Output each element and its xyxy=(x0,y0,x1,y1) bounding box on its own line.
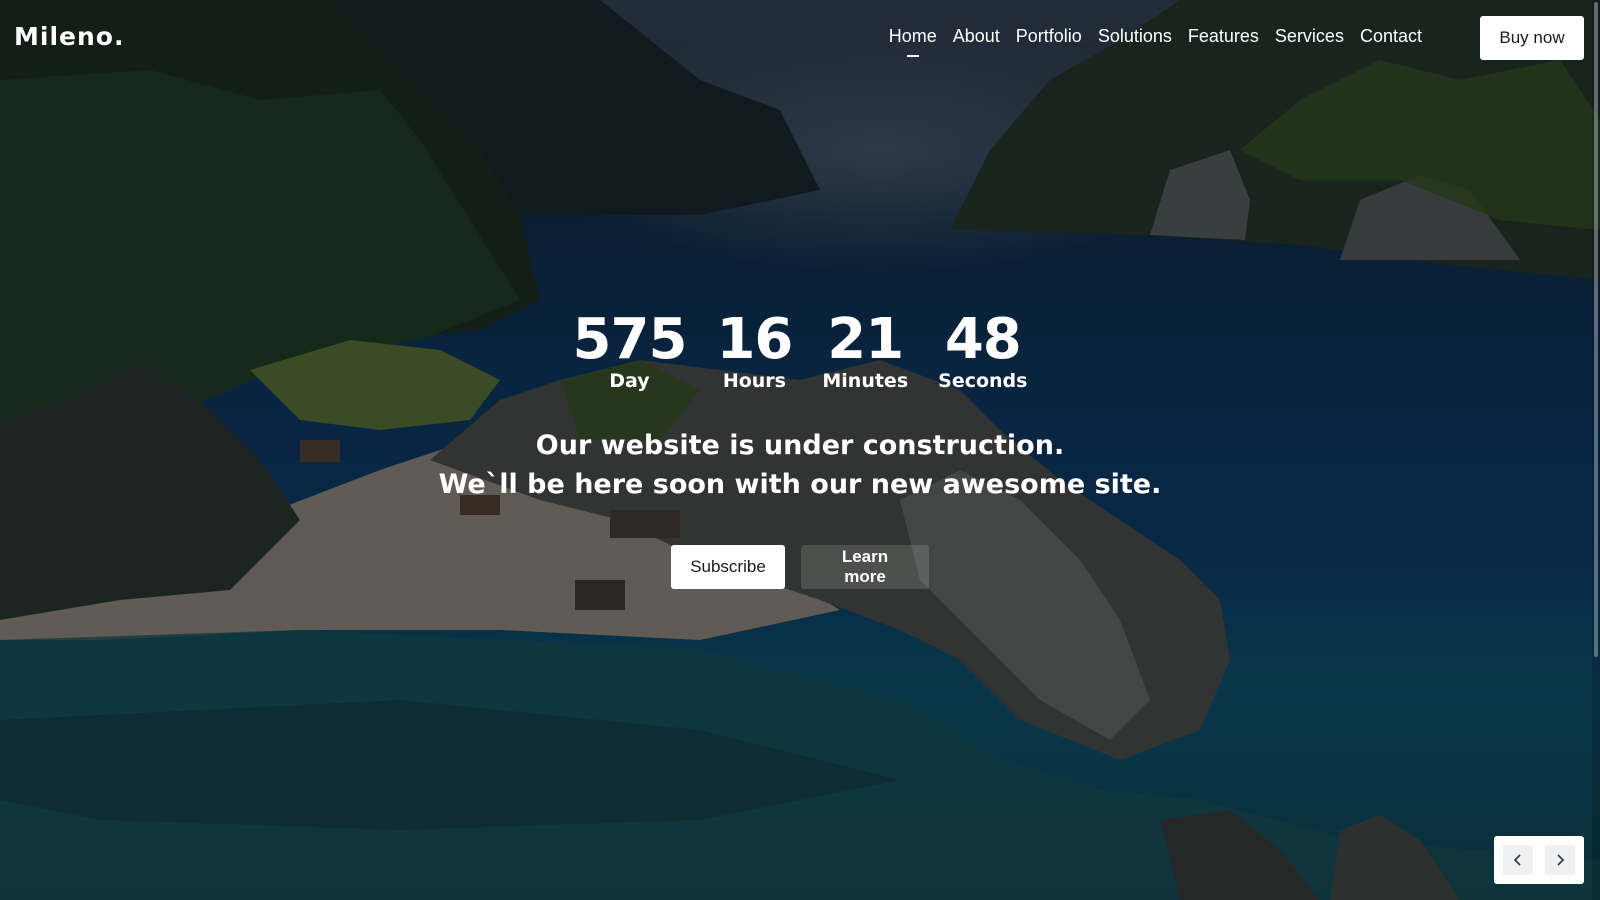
countdown-days-value: 575 xyxy=(572,307,688,372)
nav-item-portfolio[interactable]: Portfolio xyxy=(1008,24,1090,57)
buy-now-button[interactable]: Buy now xyxy=(1480,16,1584,60)
countdown-hours: 16 Hours xyxy=(716,307,793,393)
scrollbar-thumb[interactable] xyxy=(1594,2,1598,657)
countdown-seconds: 48 Seconds xyxy=(938,307,1028,393)
nav-item-features[interactable]: Features xyxy=(1180,24,1267,57)
countdown-minutes: 21 Minutes xyxy=(822,307,909,393)
slider-prev-button[interactable] xyxy=(1503,845,1533,875)
chevron-right-icon xyxy=(1557,854,1565,866)
countdown-hours-value: 16 xyxy=(716,307,793,372)
countdown-seconds-label: Seconds xyxy=(938,370,1028,392)
slider-next-button[interactable] xyxy=(1545,845,1575,875)
site-header: Mileno. Home About Portfolio Solutions F… xyxy=(0,0,1600,76)
hero-headline-line-2: We`ll be here soon with our new awesome … xyxy=(438,469,1162,500)
countdown-days-label: Day xyxy=(609,370,650,392)
countdown-days: 575 Day xyxy=(572,307,688,393)
site-logo[interactable]: Mileno. xyxy=(14,22,124,51)
page-scrollbar[interactable] xyxy=(1592,0,1600,900)
subscribe-button[interactable]: Subscribe xyxy=(671,545,785,589)
nav-item-contact[interactable]: Contact xyxy=(1352,24,1430,57)
main-nav: Home About Portfolio Solutions Features … xyxy=(881,24,1430,57)
countdown-timer: 575 Day 16 Hours 21 Minutes 48 Seconds xyxy=(0,307,1600,393)
hero-headline: Our website is under construction. We`ll… xyxy=(0,426,1600,504)
page: Mileno. Home About Portfolio Solutions F… xyxy=(0,0,1600,900)
countdown-seconds-value: 48 xyxy=(944,307,1022,372)
nav-item-about[interactable]: About xyxy=(945,24,1008,57)
nav-item-solutions[interactable]: Solutions xyxy=(1090,24,1180,57)
countdown-hours-label: Hours xyxy=(722,370,786,392)
nav-item-services[interactable]: Services xyxy=(1267,24,1352,57)
countdown-minutes-label: Minutes xyxy=(822,370,909,392)
countdown-minutes-value: 21 xyxy=(827,307,904,372)
learn-more-button[interactable]: Learn more xyxy=(801,545,929,589)
hero-actions: Subscribe Learn more xyxy=(0,545,1600,589)
slider-navigation xyxy=(1494,836,1584,884)
nav-item-home[interactable]: Home xyxy=(881,24,945,57)
chevron-left-icon xyxy=(1513,854,1521,866)
hero-headline-line-1: Our website is under construction. xyxy=(535,430,1065,461)
